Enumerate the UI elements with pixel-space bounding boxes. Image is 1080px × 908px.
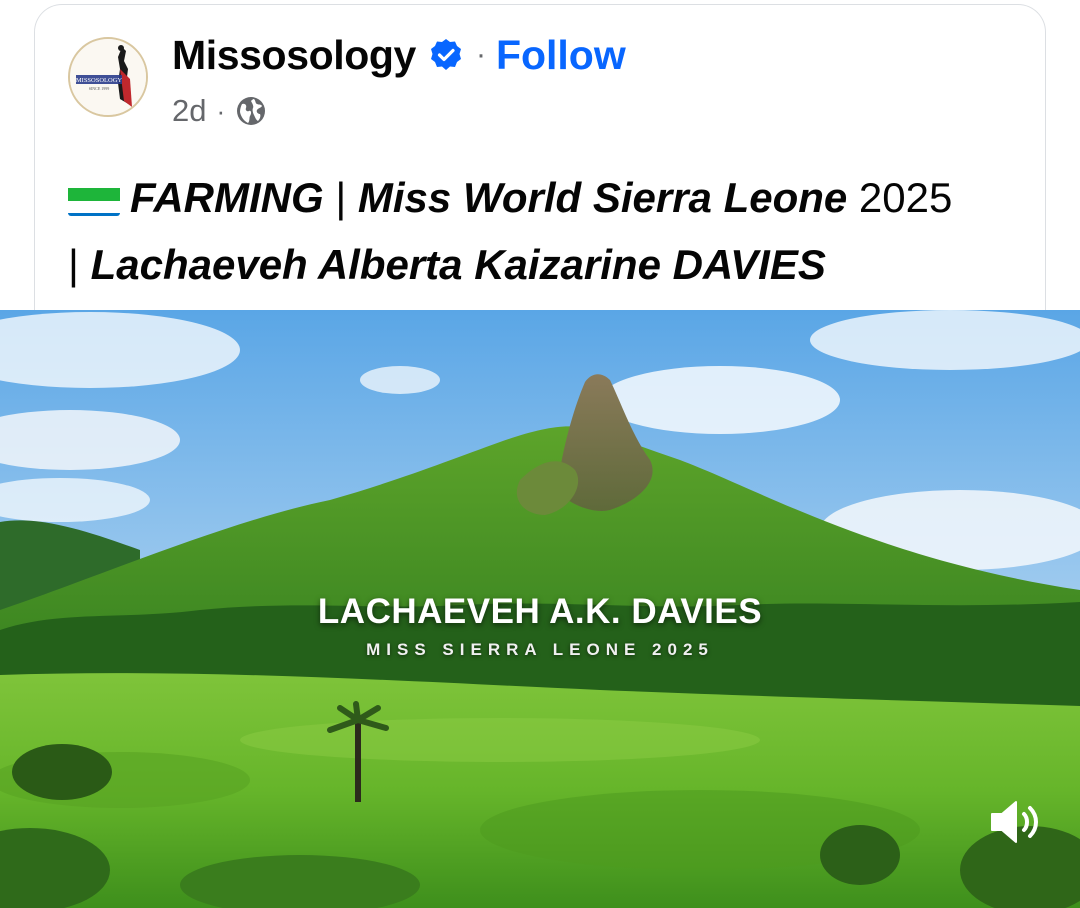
follow-button[interactable]: Follow xyxy=(496,32,626,79)
page-name[interactable]: Missosology xyxy=(172,32,416,79)
svg-text:SINCE 1999: SINCE 1999 xyxy=(89,86,110,91)
globe-icon xyxy=(235,95,267,127)
separator-dot: · xyxy=(475,38,486,71)
caption-year: 2025 xyxy=(847,174,953,221)
caption-person-name: Lachaeveh Alberta Kaizarine DAVIES xyxy=(90,241,826,288)
video-overlay-title: LACHAEVEH A.K. DAVIES xyxy=(317,592,763,631)
video-overlay-subtitle: MISS SIERRA LEONE 2025 xyxy=(366,640,714,659)
caption-title: Miss World Sierra Leone xyxy=(357,174,848,221)
caption-separator: | xyxy=(68,241,91,288)
post-caption: FARMING | Miss World Sierra Leone 2025 | … xyxy=(68,164,1028,298)
video-player[interactable]: LACHAEVEH A.K. DAVIES MISS SIERRA LEONE … xyxy=(0,310,1080,908)
separator-dot: · xyxy=(216,95,226,126)
page-avatar[interactable]: MISSOSOLOGY SINCE 1999 xyxy=(68,37,148,117)
sierra-leone-flag-icon xyxy=(68,178,120,216)
post-timestamp[interactable]: 2d xyxy=(172,93,206,129)
post-header: Missosology · Follow xyxy=(172,30,626,80)
verified-badge-icon xyxy=(428,37,464,73)
svg-text:MISSOSOLOGY: MISSOSOLOGY xyxy=(76,77,123,84)
caption-separator: | xyxy=(323,174,358,221)
speaker-volume-icon[interactable] xyxy=(986,796,1050,848)
post-meta: 2d · xyxy=(172,90,267,132)
caption-category: FARMING xyxy=(130,174,324,221)
